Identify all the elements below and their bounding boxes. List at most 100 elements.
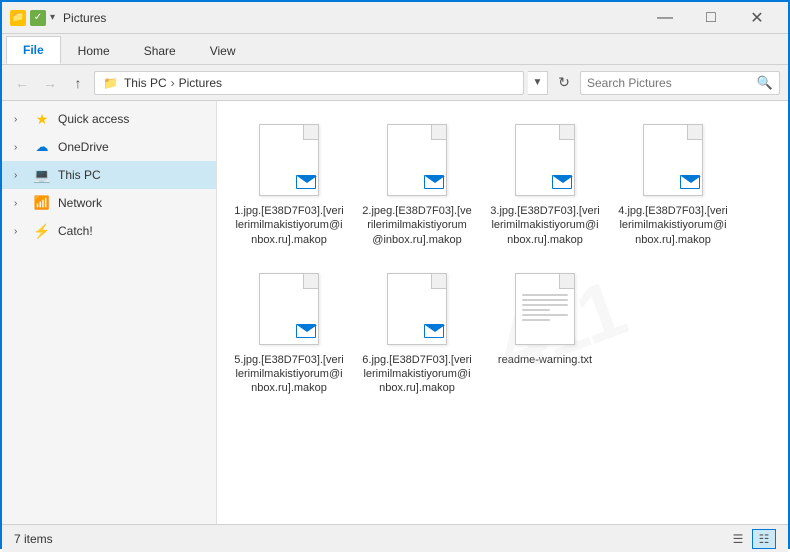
forward-button[interactable]: → bbox=[38, 71, 62, 95]
doc-line bbox=[522, 294, 568, 296]
file-icon-container bbox=[253, 269, 325, 349]
file-icon-container bbox=[509, 269, 581, 349]
address-path[interactable]: 📁 This PC › Pictures bbox=[94, 71, 524, 95]
sidebar-label-this-pc: This PC bbox=[58, 168, 101, 182]
file-area: 411 1.jpg.[E38D7F03].[verilerimilmakisti… bbox=[217, 101, 788, 524]
sidebar: › ★ Quick access › ☁ OneDrive › 💻 This P… bbox=[2, 101, 217, 524]
path-part-thispc: This PC bbox=[124, 76, 167, 90]
doc-line bbox=[522, 314, 568, 316]
file-icon-container bbox=[509, 120, 581, 200]
chevron-network-icon: › bbox=[14, 198, 30, 209]
path-part-pictures: Pictures bbox=[179, 76, 222, 90]
title-dropdown[interactable]: ▾ bbox=[50, 12, 55, 23]
envelope-icon bbox=[552, 175, 572, 189]
list-item[interactable]: 5.jpg.[E38D7F03].[verilerimilmakistiyoru… bbox=[229, 262, 349, 403]
envelope-icon bbox=[424, 175, 444, 189]
sidebar-item-onedrive[interactable]: › ☁ OneDrive bbox=[2, 133, 216, 161]
list-item[interactable]: 3.jpg.[E38D7F03].[verilerimilmakistiyoru… bbox=[485, 113, 605, 254]
tab-file[interactable]: File bbox=[6, 36, 61, 64]
title-icon-folder: 📁 bbox=[10, 10, 26, 26]
ribbon: File Home Share View bbox=[2, 34, 788, 65]
tab-share[interactable]: Share bbox=[127, 36, 193, 64]
address-bar: ← → ↑ 📁 This PC › Pictures ▼ ↻ 🔍 bbox=[2, 65, 788, 101]
file-icon-container bbox=[637, 120, 709, 200]
back-button[interactable]: ← bbox=[10, 71, 34, 95]
list-item[interactable]: 2.jpeg.[E38D7F03].[verilerimilmakistiyor… bbox=[357, 113, 477, 254]
main-area: › ★ Quick access › ☁ OneDrive › 💻 This P… bbox=[2, 101, 788, 524]
list-item[interactable]: 1.jpg.[E38D7F03].[verilerimilmakistiyoru… bbox=[229, 113, 349, 254]
path-icon: 📁 bbox=[103, 76, 118, 90]
network-icon: 📶 bbox=[32, 193, 52, 213]
file-name: 4.jpg.[E38D7F03].[verilerimilmakistiyoru… bbox=[618, 204, 728, 247]
file-name: 5.jpg.[E38D7F03].[verilerimilmakistiyoru… bbox=[234, 353, 344, 396]
file-icon-container bbox=[381, 269, 453, 349]
chevron-onedrive-icon: › bbox=[14, 142, 30, 153]
doc-line bbox=[522, 319, 550, 321]
envelope-icon bbox=[296, 175, 316, 189]
refresh-button[interactable]: ↻ bbox=[552, 71, 576, 95]
search-input[interactable] bbox=[587, 76, 757, 90]
envelope-icon bbox=[680, 175, 700, 189]
search-icon: 🔍 bbox=[757, 75, 773, 91]
tab-home[interactable]: Home bbox=[61, 36, 127, 64]
title-icon-check: ✓ bbox=[30, 10, 46, 26]
envelope-icon bbox=[424, 324, 444, 338]
minimize-button[interactable]: — bbox=[642, 2, 688, 34]
list-item[interactable]: readme-warning.txt bbox=[485, 262, 605, 403]
title-bar-icons: 📁 ✓ ▾ bbox=[10, 10, 55, 26]
title-bar: 📁 ✓ ▾ Pictures — □ ✕ bbox=[2, 2, 788, 34]
large-icons-view-button[interactable]: ☷ bbox=[752, 529, 776, 549]
doc-line bbox=[522, 309, 550, 311]
chevron-catch-icon: › bbox=[14, 226, 30, 237]
chevron-this-pc-icon: › bbox=[14, 170, 30, 181]
document-icon bbox=[515, 124, 575, 196]
up-button[interactable]: ↑ bbox=[66, 71, 90, 95]
document-icon bbox=[259, 124, 319, 196]
sidebar-label-network: Network bbox=[58, 196, 102, 210]
document-icon bbox=[387, 273, 447, 345]
list-item[interactable]: 6.jpg.[E38D7F03].[verilerimilmakistiyoru… bbox=[357, 262, 477, 403]
view-toggle-buttons: ☰ ☷ bbox=[726, 529, 776, 549]
envelope-icon bbox=[296, 324, 316, 338]
status-bar: 7 items ☰ ☷ bbox=[2, 524, 788, 552]
document-icon bbox=[643, 124, 703, 196]
address-dropdown[interactable]: ▼ bbox=[528, 71, 548, 95]
document-icon bbox=[259, 273, 319, 345]
doc-lines bbox=[522, 294, 568, 324]
document-icon bbox=[515, 273, 575, 345]
doc-line bbox=[522, 304, 568, 306]
cloud-icon: ☁ bbox=[32, 137, 52, 157]
path-chevron-1: › bbox=[171, 76, 175, 90]
list-view-button[interactable]: ☰ bbox=[726, 529, 750, 549]
file-name: readme-warning.txt bbox=[498, 353, 592, 367]
search-box[interactable]: 🔍 bbox=[580, 71, 780, 95]
chevron-quick-access-icon: › bbox=[14, 114, 30, 125]
file-icon-container bbox=[253, 120, 325, 200]
title-buttons: — □ ✕ bbox=[642, 2, 780, 34]
pc-icon: 💻 bbox=[32, 165, 52, 185]
close-button[interactable]: ✕ bbox=[734, 2, 780, 34]
file-icon-container bbox=[381, 120, 453, 200]
sidebar-item-this-pc[interactable]: › 💻 This PC bbox=[2, 161, 216, 189]
star-icon: ★ bbox=[32, 109, 52, 129]
maximize-button[interactable]: □ bbox=[688, 2, 734, 34]
file-name: 1.jpg.[E38D7F03].[verilerimilmakistiyoru… bbox=[234, 204, 344, 247]
sidebar-label-onedrive: OneDrive bbox=[58, 140, 109, 154]
document-icon bbox=[387, 124, 447, 196]
sidebar-label-quick-access: Quick access bbox=[58, 112, 129, 126]
window-title: Pictures bbox=[63, 11, 642, 25]
doc-line bbox=[522, 299, 568, 301]
ribbon-tabs: File Home Share View bbox=[2, 34, 788, 64]
tab-view[interactable]: View bbox=[193, 36, 253, 64]
list-item[interactable]: 4.jpg.[E38D7F03].[verilerimilmakistiyoru… bbox=[613, 113, 733, 254]
sidebar-item-quick-access[interactable]: › ★ Quick access bbox=[2, 105, 216, 133]
thunder-icon: ⚡ bbox=[32, 221, 52, 241]
sidebar-item-catch[interactable]: › ⚡ Catch! bbox=[2, 217, 216, 245]
sidebar-label-catch: Catch! bbox=[58, 224, 93, 238]
file-name: 6.jpg.[E38D7F03].[verilerimilmakistiyoru… bbox=[362, 353, 472, 396]
status-item-count: 7 items bbox=[14, 532, 53, 546]
sidebar-item-network[interactable]: › 📶 Network bbox=[2, 189, 216, 217]
files-grid: 1.jpg.[E38D7F03].[verilerimilmakistiyoru… bbox=[229, 113, 776, 403]
file-name: 2.jpeg.[E38D7F03].[verilerimilmakistiyor… bbox=[362, 204, 472, 247]
file-name: 3.jpg.[E38D7F03].[verilerimilmakistiyoru… bbox=[490, 204, 600, 247]
